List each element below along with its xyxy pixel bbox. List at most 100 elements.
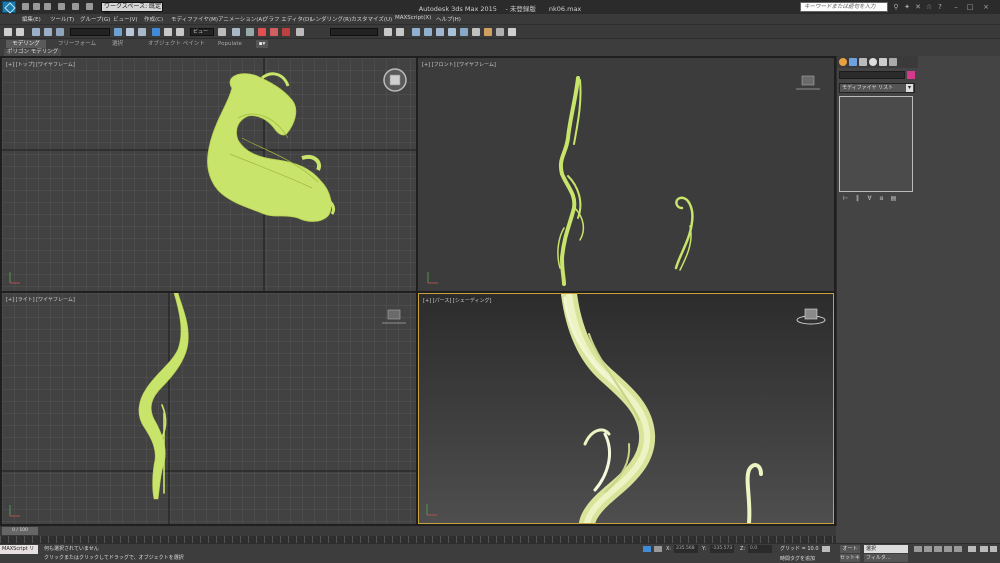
- menu-graph-editors[interactable]: グラフ エディタ(D): [263, 15, 311, 23]
- material-editor-icon[interactable]: [472, 28, 480, 36]
- viewport-label-front[interactable]: [+] [フロント] [ワイヤフレーム]: [422, 61, 496, 68]
- modify-tab-icon[interactable]: [849, 58, 857, 66]
- viewcube-icon[interactable]: [382, 309, 406, 324]
- menu-edit[interactable]: 編集(E): [22, 15, 41, 23]
- menu-customize[interactable]: カスタマイズ(U): [351, 15, 392, 23]
- search-input[interactable]: キーワードまたは語句を入力: [800, 2, 888, 12]
- absolute-transform-icon[interactable]: [654, 546, 662, 552]
- menu-help[interactable]: ヘルプ(H): [436, 15, 461, 23]
- next-frame-icon[interactable]: [944, 546, 952, 552]
- mirror-icon[interactable]: [384, 28, 392, 36]
- select-object-icon[interactable]: [114, 28, 122, 36]
- angle-snap-icon[interactable]: [258, 28, 266, 36]
- maximize-icon[interactable]: □: [966, 3, 974, 11]
- reference-coordinate-dropdown[interactable]: ビュー: [190, 28, 214, 36]
- show-end-result-icon[interactable]: ‖: [853, 195, 862, 203]
- ribbon-tab-freeform[interactable]: フリーフォーム: [58, 40, 96, 48]
- previous-frame-icon[interactable]: [924, 546, 932, 552]
- pivot-icon[interactable]: [218, 28, 226, 36]
- render-production-icon[interactable]: [508, 28, 516, 36]
- pan-icon[interactable]: [980, 546, 988, 552]
- configure-sets-icon[interactable]: ▤: [889, 195, 898, 203]
- play-icon[interactable]: [934, 546, 942, 552]
- menu-tools[interactable]: ツール(T): [50, 15, 74, 23]
- key-filters-button[interactable]: フィルタ...: [864, 554, 908, 562]
- select-rotate-icon[interactable]: [164, 28, 172, 36]
- select-move-icon[interactable]: [152, 28, 160, 36]
- scene-explorer-icon[interactable]: [412, 28, 420, 36]
- motion-tab-icon[interactable]: [869, 58, 877, 66]
- ribbon-tab-modeling[interactable]: モデリング: [6, 40, 46, 48]
- named-selection-dropdown[interactable]: [330, 28, 378, 36]
- bind-space-warp-icon[interactable]: [56, 28, 64, 36]
- snaps-toggle-icon[interactable]: [246, 28, 254, 36]
- spinner-snap-icon[interactable]: [282, 28, 290, 36]
- select-scale-icon[interactable]: [176, 28, 184, 36]
- help-icon[interactable]: ?: [936, 3, 944, 11]
- time-slider[interactable]: 0 / 100: [0, 526, 836, 536]
- ribbon-panel-label[interactable]: ポリゴン モデリング: [4, 49, 62, 56]
- viewport-perspective[interactable]: [+] [パース] [シェーディング]: [418, 293, 834, 524]
- y-coordinate-field[interactable]: -135.573: [710, 545, 734, 553]
- redo-icon[interactable]: [16, 28, 24, 36]
- curve-editor-icon[interactable]: [448, 28, 456, 36]
- menu-create[interactable]: 作成(C): [144, 15, 163, 23]
- menu-maxscript[interactable]: MAXScript(X): [395, 15, 431, 21]
- track-bar[interactable]: [0, 536, 836, 543]
- viewport-label-perspective[interactable]: [+] [パース] [シェーディング]: [423, 297, 491, 304]
- modifier-stack[interactable]: [839, 96, 913, 192]
- viewcube-icon[interactable]: [796, 308, 826, 325]
- unlink-icon[interactable]: [44, 28, 52, 36]
- x-coordinate-field[interactable]: 235.568: [674, 545, 698, 553]
- hierarchy-tab-icon[interactable]: [859, 58, 867, 66]
- ribbon-toggle-icon[interactable]: [436, 28, 444, 36]
- add-time-tag[interactable]: 時間タグを追加: [780, 555, 815, 563]
- viewport-label-top[interactable]: [+] [トップ] [ワイヤフレーム]: [6, 61, 75, 68]
- maxscript-listener[interactable]: MAXScript リ: [0, 545, 38, 554]
- subscription-icon[interactable]: ✦: [903, 3, 911, 11]
- viewport-label-left[interactable]: [+] [ライト] [ワイヤフレーム]: [6, 296, 75, 303]
- favorites-icon[interactable]: ☆: [925, 3, 933, 11]
- time-slider-thumb[interactable]: 0 / 100: [2, 527, 38, 535]
- create-tab-icon[interactable]: [839, 58, 847, 66]
- go-to-start-icon[interactable]: [914, 546, 922, 552]
- ribbon-tab-object-paint[interactable]: オブジェクト ペイント: [148, 40, 205, 48]
- set-key-button[interactable]: セットキー: [840, 554, 860, 562]
- menu-group[interactable]: グループ(G): [80, 15, 110, 23]
- communication-icon[interactable]: ✕: [914, 3, 922, 11]
- percent-snap-icon[interactable]: [270, 28, 278, 36]
- menu-rendering[interactable]: レンダリング(R): [310, 15, 351, 23]
- menu-animation[interactable]: アニメーション(A): [218, 15, 264, 23]
- make-unique-icon[interactable]: ∀: [865, 195, 874, 203]
- object-name-field[interactable]: [839, 71, 905, 79]
- ribbon-tab-populate[interactable]: Populate: [218, 40, 242, 48]
- viewport-top[interactable]: [+] [トップ] [ワイヤフレーム]: [2, 58, 416, 291]
- selection-filter-dropdown[interactable]: [70, 28, 110, 36]
- object-color-swatch[interactable]: [907, 71, 915, 79]
- selection-lock-icon[interactable]: [643, 546, 651, 552]
- modifier-list-dropdown[interactable]: モディファイヤ リスト: [839, 83, 915, 93]
- binoculars-icon[interactable]: ⚲: [892, 3, 900, 11]
- align-icon[interactable]: [396, 28, 404, 36]
- zoom-icon[interactable]: [968, 546, 976, 552]
- utilities-tab-icon[interactable]: [889, 58, 897, 66]
- menu-view[interactable]: ビュー(V): [113, 15, 138, 23]
- minimize-icon[interactable]: –: [952, 3, 960, 11]
- auto-key-button[interactable]: オート: [840, 545, 860, 553]
- rendered-frame-window-icon[interactable]: [496, 28, 504, 36]
- remove-modifier-icon[interactable]: ɞ: [877, 195, 886, 203]
- display-tab-icon[interactable]: [879, 58, 887, 66]
- orbit-icon[interactable]: [990, 546, 997, 552]
- ribbon-options-icon[interactable]: ▪▾: [256, 40, 268, 48]
- rectangular-selection-icon[interactable]: [138, 28, 146, 36]
- link-icon[interactable]: [32, 28, 40, 36]
- edit-named-selection-icon[interactable]: [296, 28, 304, 36]
- menu-modifiers[interactable]: モディファイヤ(M): [171, 15, 218, 23]
- layer-explorer-icon[interactable]: [424, 28, 432, 36]
- viewcube-icon[interactable]: [796, 75, 820, 90]
- close-icon[interactable]: ×: [982, 3, 990, 11]
- z-coordinate-field[interactable]: 0.0: [748, 545, 772, 553]
- key-icon[interactable]: [822, 546, 830, 552]
- schematic-view-icon[interactable]: [460, 28, 468, 36]
- select-manipulate-icon[interactable]: [232, 28, 240, 36]
